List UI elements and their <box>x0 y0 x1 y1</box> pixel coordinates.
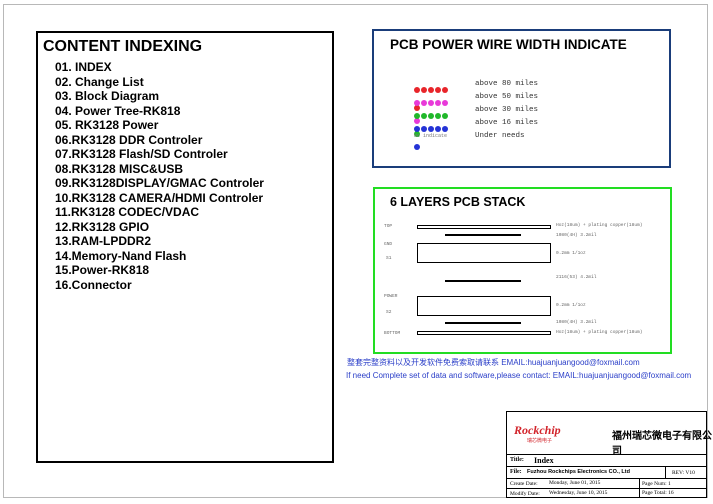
layer-line-2 <box>445 280 521 282</box>
modify-date-label: Modify Date: <box>510 491 540 497</box>
pcb-stack-title: 6 LAYERS PCB STACK <box>390 195 526 209</box>
create-date-label: Create Date: <box>510 481 538 487</box>
content-index-title: CONTENT INDEXING <box>43 38 203 55</box>
index-item[interactable]: 10.RK3128 CAMERA/HDMI Controler <box>55 191 264 206</box>
index-item[interactable]: 08.RK3128 MISC&USB <box>55 162 264 177</box>
layer-top <box>417 225 551 229</box>
pcb-stack-box <box>373 187 672 354</box>
layer-s2-label: S2 <box>386 310 392 315</box>
legend-dot <box>413 144 420 150</box>
stack-spec: 1080(4H) 3.2mil <box>556 233 597 238</box>
page-total: Page Total: 16 <box>642 490 674 496</box>
legend-swatch-none: No indicate <box>414 133 448 139</box>
legend-swatch-16 <box>413 119 453 150</box>
legend-label: Under needs <box>475 132 525 140</box>
layer-line-1 <box>445 234 521 236</box>
layer-core-2 <box>417 296 551 316</box>
index-item[interactable]: 02. Change List <box>55 75 264 90</box>
index-item[interactable]: 09.RK3128DISPLAY/GMAC Controler <box>55 176 264 191</box>
layer-bottom <box>417 331 551 335</box>
stack-spec: Hoz(18um) + plating copper(18um) <box>556 330 643 335</box>
legend-dot <box>441 126 448 132</box>
legend-label: above 30 miles <box>475 106 539 114</box>
legend-dot <box>420 126 427 132</box>
legend-swatch-50 <box>413 93 453 124</box>
legend-label: above 16 miles <box>475 119 539 127</box>
index-item[interactable]: 12.RK3128 GPIO <box>55 220 264 235</box>
legend-swatch-30 <box>413 106 453 137</box>
index-item[interactable]: 07.RK3128 Flash/SD Controler <box>55 147 264 162</box>
tb-divider <box>506 466 707 467</box>
rockchip-logo-sub: 瑞芯微电子 <box>527 438 553 444</box>
index-item[interactable]: 01. INDEX <box>55 60 264 75</box>
layer-bottom-label: BOTTOM <box>384 331 401 336</box>
stack-spec: 2116(53) 4.2mil <box>556 275 597 280</box>
file-value: Fuzhou Rockchips Electronics CO., Ltd <box>527 469 630 475</box>
rockchip-logo: Rockchip <box>514 423 561 437</box>
title-label: Title: <box>510 457 524 463</box>
revision: REV: V10 <box>672 470 695 476</box>
layer-line-3 <box>445 322 521 324</box>
index-item[interactable]: 04. Power Tree-RK818 <box>55 104 264 119</box>
index-item[interactable]: 03. Block Diagram <box>55 89 264 104</box>
legend-swatch-80 <box>413 80 453 111</box>
tb-divider <box>506 478 707 479</box>
stack-spec: Hoz(18um) + plating copper(18um) <box>556 223 643 228</box>
index-item[interactable]: 06.RK3128 DDR Controler <box>55 133 264 148</box>
tb-divider <box>639 478 640 498</box>
index-item[interactable]: 05. RK3128 Power <box>55 118 264 133</box>
index-item[interactable]: 16.Connector <box>55 278 264 293</box>
layer-core-1 <box>417 243 551 263</box>
legend-label: above 50 miles <box>475 93 539 101</box>
company-name-cn: 福州瑞芯微电子有限公司 <box>612 431 712 457</box>
index-item[interactable]: 14.Memory-Nand Flash <box>55 249 264 264</box>
layer-power-label: POWER <box>384 294 398 299</box>
index-item[interactable]: 11.RK3128 CODEC/VDAC <box>55 205 264 220</box>
stack-spec: 1080(4H) 3.2mil <box>556 320 597 325</box>
legend-dot <box>434 126 441 132</box>
index-item[interactable]: 13.RAM-LPDDR2 <box>55 234 264 249</box>
legend-label: above 80 miles <box>475 80 539 88</box>
tb-divider <box>665 466 666 478</box>
file-label: File: <box>510 469 522 475</box>
modify-date-value: Wednesday, June 10, 2015 <box>549 490 608 496</box>
create-date-value: Monday, June 01, 2015 <box>549 480 601 486</box>
layer-top-label: TOP <box>384 224 393 229</box>
contact-note-cn: 整套完整资料以及开发软件免费索取请联系 EMAIL:huajuanjuangoo… <box>347 358 640 367</box>
stack-spec: 0.2mm 1/1oz <box>556 303 586 308</box>
power-width-title: PCB POWER WIRE WIDTH INDICATE <box>390 37 627 52</box>
title-value: Index <box>534 456 554 465</box>
index-item[interactable]: 15.Power-RK818 <box>55 263 264 278</box>
page-number: Page Num: 1 <box>642 481 671 487</box>
legend-dot <box>427 126 434 132</box>
content-index-list: 01. INDEX 02. Change List 03. Block Diag… <box>55 60 264 292</box>
tb-divider <box>506 488 707 489</box>
stack-spec: 0.2mm 1/1oz <box>556 251 586 256</box>
layer-gnd-label: GND <box>384 242 393 247</box>
contact-note-en: If need Complete set of data and softwar… <box>346 371 692 380</box>
legend-dot <box>413 126 420 132</box>
layer-s1-label: S1 <box>386 256 392 261</box>
